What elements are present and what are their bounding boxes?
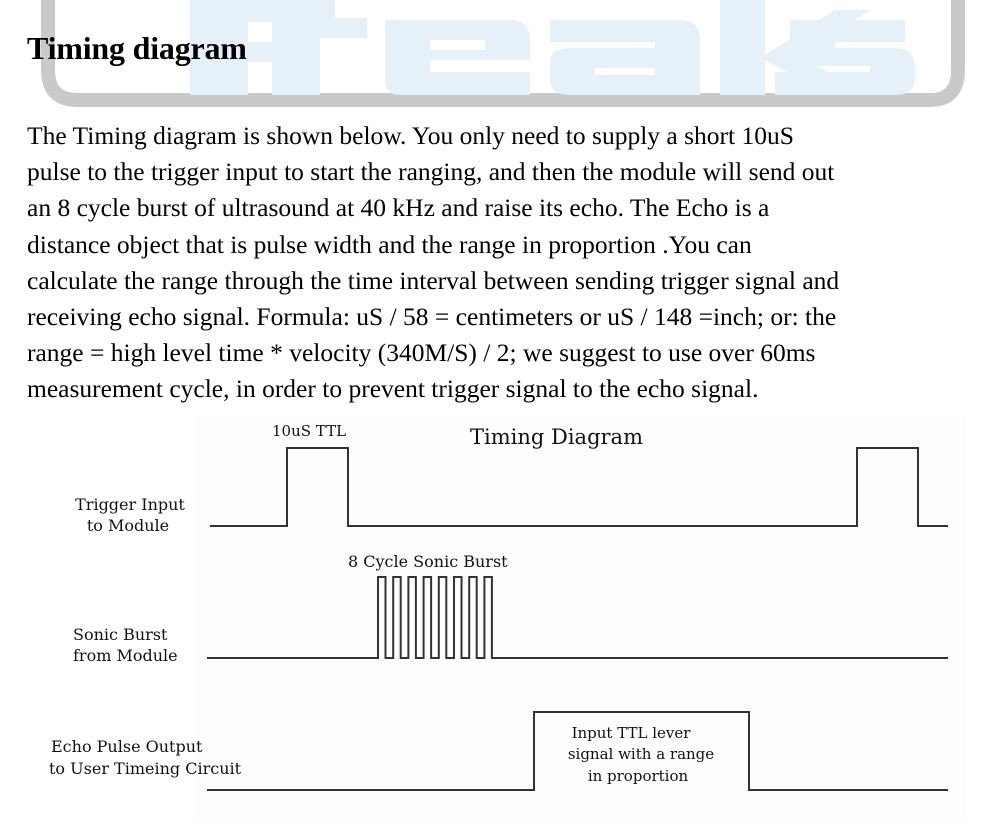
- trigger-label-line1: Trigger Input: [75, 495, 185, 514]
- timing-diagram-figure: Timing Diagram 10uS TTL Trigger Input to…: [49, 415, 966, 820]
- echo-pulse-text-line1: Input TTL lever: [572, 724, 692, 742]
- sonic-pulse-label: 8 Cycle Sonic Burst: [348, 552, 508, 571]
- echo-pulse-text-line3: in proportion: [588, 767, 689, 785]
- paragraph-line: pulse to the trigger input to start the …: [27, 157, 835, 187]
- paragraph-line: distance object that is pulse width and …: [27, 229, 752, 259]
- trigger-label-line2: to Module: [87, 516, 169, 535]
- sonic-label-line1: Sonic Burst: [73, 625, 168, 644]
- paragraph-line: range = high level time * velocity (340M…: [27, 338, 816, 368]
- watermark-letters: [190, 0, 915, 95]
- diagram-title: Timing Diagram: [470, 425, 643, 449]
- paragraph-line: The Timing diagram is shown below. You o…: [27, 121, 794, 150]
- paragraph-line: an 8 cycle burst of ultrasound at 40 kHz…: [27, 193, 770, 223]
- trigger-pulse-label: 10uS TTL: [272, 422, 346, 440]
- echo-pulse-text-line2: signal with a range: [568, 745, 714, 763]
- description-paragraph: The Timing diagram is shown below. You o…: [27, 118, 957, 408]
- section-heading: Timing diagram: [27, 30, 247, 66]
- echo-label-line1: Echo Pulse Output: [51, 737, 203, 756]
- echo-label-line2: to User Timeing Circuit: [49, 759, 242, 778]
- paragraph-line: receiving echo signal. Formula: uS / 58 …: [27, 302, 837, 332]
- paragraph-line: calculate the range through the time int…: [27, 265, 840, 295]
- sonic-label-line2: from Module: [73, 646, 178, 665]
- paragraph-line: measurement cycle, in order to prevent t…: [27, 374, 759, 404]
